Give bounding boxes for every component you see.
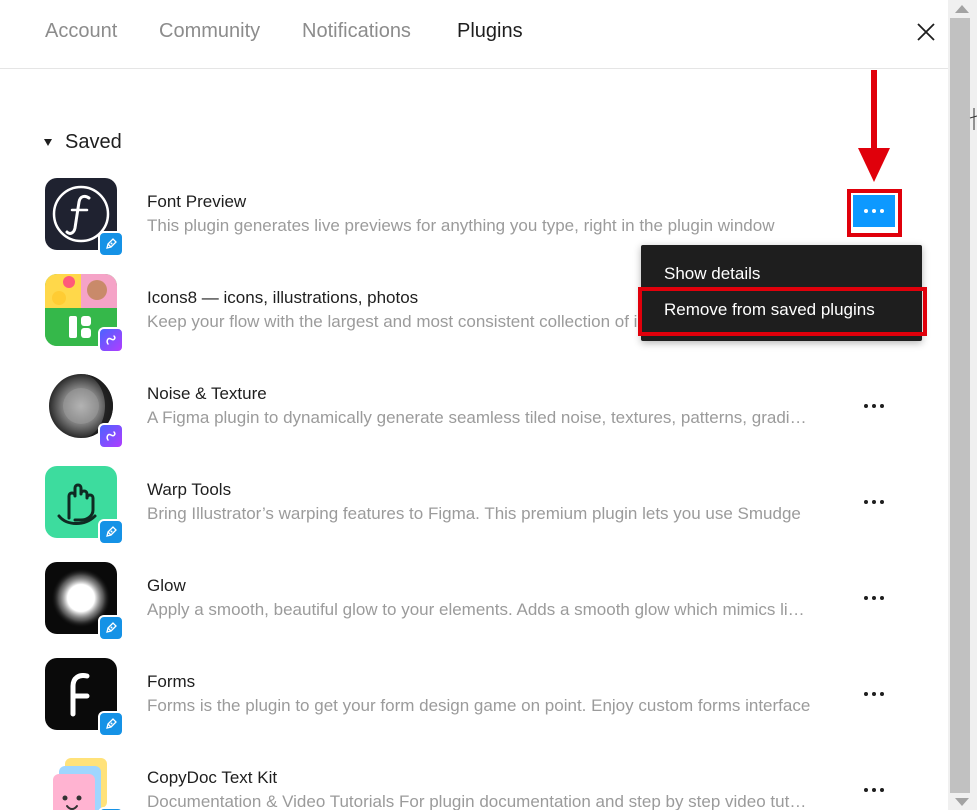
plugin-row[interactable]: Glow Apply a smooth, beautiful glow to y… — [0, 562, 948, 658]
dot-icon — [872, 692, 876, 696]
annotation-arrow-shaft — [871, 70, 877, 150]
plugin-description: Forms is the plugin to get your form des… — [147, 696, 811, 715]
scrollbar-thumb[interactable] — [950, 18, 970, 793]
dot-icon — [880, 404, 884, 408]
dot-icon — [880, 788, 884, 792]
pen-badge-icon — [98, 711, 124, 737]
scroll-down-arrow-icon[interactable] — [955, 798, 969, 806]
dot-icon — [872, 500, 876, 504]
more-options-button[interactable] — [858, 680, 890, 708]
dot-icon — [880, 209, 884, 213]
plugin-name: Font Preview — [147, 192, 247, 211]
more-options-button[interactable] — [858, 392, 890, 420]
dot-icon — [864, 404, 868, 408]
plugin-badge-icon — [98, 327, 124, 353]
plugin-description: Documentation & Video Tutorials For plug… — [147, 792, 811, 810]
tab-account[interactable]: Account — [45, 20, 117, 43]
plugin-badge-icon — [98, 423, 124, 449]
plugin-row[interactable]: Forms Forms is the plugin to get your fo… — [0, 658, 948, 754]
show-details-menu-item[interactable]: Show details — [641, 258, 922, 290]
tab-community[interactable]: Community — [159, 20, 260, 43]
more-options-button[interactable] — [858, 776, 890, 804]
plugin-name: Noise & Texture — [147, 384, 267, 403]
settings-modal: Account Community Notifications Plugins … — [0, 0, 948, 810]
pen-badge-icon — [98, 231, 124, 257]
close-button[interactable] — [912, 18, 940, 46]
saved-section-toggle[interactable]: Saved — [44, 130, 122, 154]
pen-badge-icon — [98, 519, 124, 545]
section-title: Saved — [65, 130, 122, 153]
remove-from-saved-menu-item[interactable]: Remove from saved plugins — [641, 294, 922, 326]
plugin-context-menu: Show details Remove from saved plugins — [641, 245, 922, 341]
plugin-name: Glow — [147, 576, 186, 595]
more-options-button[interactable] — [853, 195, 895, 227]
dot-icon — [864, 692, 868, 696]
caret-down-icon — [44, 138, 52, 146]
dot-icon — [872, 596, 876, 600]
close-icon — [917, 23, 935, 41]
plugin-row[interactable]: CopyDoc Text Kit Documentation & Video T… — [0, 754, 948, 810]
plugin-description: Apply a smooth, beautiful glow to your e… — [147, 600, 811, 619]
dot-icon — [880, 596, 884, 600]
dot-icon — [864, 596, 868, 600]
plugin-row[interactable]: Warp Tools Bring Illustrator’s warping f… — [0, 466, 948, 562]
dot-icon — [864, 209, 868, 213]
plugin-name: Warp Tools — [147, 480, 232, 499]
tab-plugins[interactable]: Plugins — [457, 20, 523, 43]
plugin-name: Icons8 — icons, illustrations, photos — [147, 288, 419, 307]
background-canvas-edge — [969, 108, 977, 130]
annotation-arrow-down-icon — [858, 148, 890, 182]
dot-icon — [864, 500, 868, 504]
dot-icon — [872, 788, 876, 792]
more-options-button[interactable] — [858, 584, 890, 612]
dot-icon — [872, 404, 876, 408]
scroll-up-arrow-icon[interactable] — [955, 5, 969, 13]
more-options-button[interactable] — [858, 488, 890, 516]
dot-icon — [864, 788, 868, 792]
pen-badge-icon — [98, 615, 124, 641]
plugin-name: Forms — [147, 672, 196, 691]
plugin-description: This plugin generates live previews for … — [147, 216, 775, 235]
plugin-row[interactable]: Noise & Texture A Figma plugin to dynami… — [0, 370, 948, 466]
dot-icon — [880, 500, 884, 504]
plugin-description: Bring Illustrator’s warping features to … — [147, 504, 801, 523]
plugin-name: CopyDoc Text Kit — [147, 768, 278, 787]
tab-notifications[interactable]: Notifications — [302, 20, 411, 43]
tab-bar: Account Community Notifications Plugins — [0, 0, 948, 69]
copydoc-icon — [45, 754, 117, 810]
plugin-description: A Figma plugin to dynamically generate s… — [147, 408, 811, 427]
dot-icon — [872, 209, 876, 213]
dot-icon — [880, 692, 884, 696]
